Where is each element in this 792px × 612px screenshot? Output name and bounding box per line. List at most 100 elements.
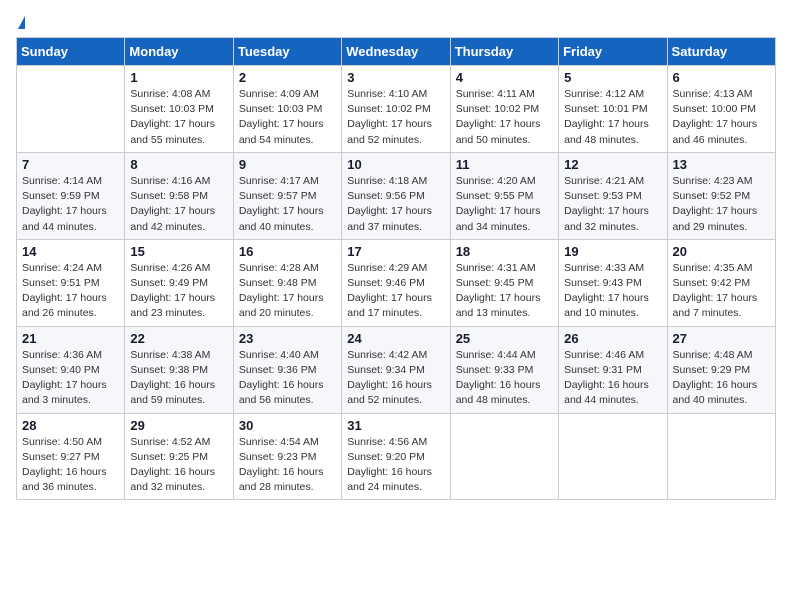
day-info: Sunrise: 4:48 AM Sunset: 9:29 PM Dayligh… <box>673 348 770 409</box>
calendar-cell: 11Sunrise: 4:20 AM Sunset: 9:55 PM Dayli… <box>450 152 558 239</box>
day-info: Sunrise: 4:16 AM Sunset: 9:58 PM Dayligh… <box>130 174 227 235</box>
calendar-week-5: 28Sunrise: 4:50 AM Sunset: 9:27 PM Dayli… <box>17 413 776 500</box>
day-number: 15 <box>130 244 227 259</box>
calendar-cell: 24 Sunrise: 4:42 AM Sunset: 9:34 PM Dayli… <box>342 326 450 413</box>
day-info: Sunrise: 4:35 AM Sunset: 9:42 PM Dayligh… <box>673 261 770 322</box>
day-info: Sunrise: 4:23 AM Sunset: 9:52 PM Dayligh… <box>673 174 770 235</box>
day-number: 18 <box>456 244 553 259</box>
calendar-week-1: 1 Sunrise: 4:08 AM Sunset: 10:03 PM Dayli… <box>17 66 776 153</box>
day-info: Sunrise: 4:09 AM Sunset: 10:03 PM Daylig… <box>239 87 336 148</box>
day-number: 20 <box>673 244 770 259</box>
day-info: Sunrise: 4:11 AM Sunset: 10:02 PM Daylig… <box>456 87 553 148</box>
day-info: Sunrise: 4:28 AM Sunset: 9:48 PM Dayligh… <box>239 261 336 322</box>
day-info: Sunrise: 4:40 AM Sunset: 9:36 PM Dayligh… <box>239 348 336 409</box>
day-number: 6 <box>673 70 770 85</box>
day-number: 7 <box>22 157 119 172</box>
calendar-header-wednesday: Wednesday <box>342 38 450 66</box>
calendar-header-sunday: Sunday <box>17 38 125 66</box>
calendar-cell: 15Sunrise: 4:26 AM Sunset: 9:49 PM Dayli… <box>125 239 233 326</box>
day-info: Sunrise: 4:42 AM Sunset: 9:34 PM Dayligh… <box>347 348 444 409</box>
calendar-cell: 17Sunrise: 4:29 AM Sunset: 9:46 PM Dayli… <box>342 239 450 326</box>
day-number: 8 <box>130 157 227 172</box>
calendar-cell: 16 Sunrise: 4:28 AM Sunset: 9:48 PM Dayli… <box>233 239 341 326</box>
day-info: Sunrise: 4:24 AM Sunset: 9:51 PM Dayligh… <box>22 261 119 322</box>
day-info: Sunrise: 4:54 AM Sunset: 9:23 PM Dayligh… <box>239 435 336 496</box>
day-info: Sunrise: 4:52 AM Sunset: 9:25 PM Dayligh… <box>130 435 227 496</box>
day-number: 19 <box>564 244 661 259</box>
day-info: Sunrise: 4:31 AM Sunset: 9:45 PM Dayligh… <box>456 261 553 322</box>
calendar-cell: 30Sunrise: 4:54 AM Sunset: 9:23 PM Dayli… <box>233 413 341 500</box>
day-number: 21 <box>22 331 119 346</box>
calendar-header-row: SundayMondayTuesdayWednesdayThursdayFrid… <box>17 38 776 66</box>
day-number: 13 <box>673 157 770 172</box>
calendar-cell <box>17 66 125 153</box>
calendar-week-4: 21 Sunrise: 4:36 AM Sunset: 9:40 PM Dayli… <box>17 326 776 413</box>
day-info: Sunrise: 4:08 AM Sunset: 10:03 PM Daylig… <box>130 87 227 148</box>
day-info: Sunrise: 4:10 AM Sunset: 10:02 PM Daylig… <box>347 87 444 148</box>
day-number: 25 <box>456 331 553 346</box>
calendar-cell: 4Sunrise: 4:11 AM Sunset: 10:02 PM Dayli… <box>450 66 558 153</box>
calendar-cell: 26 Sunrise: 4:46 AM Sunset: 9:31 PM Dayli… <box>559 326 667 413</box>
calendar-header-thursday: Thursday <box>450 38 558 66</box>
calendar-cell: 13 Sunrise: 4:23 AM Sunset: 9:52 PM Dayli… <box>667 152 775 239</box>
calendar-cell: 9 Sunrise: 4:17 AM Sunset: 9:57 PM Daylig… <box>233 152 341 239</box>
calendar-cell: 19 Sunrise: 4:33 AM Sunset: 9:43 PM Dayli… <box>559 239 667 326</box>
day-info: Sunrise: 4:14 AM Sunset: 9:59 PM Dayligh… <box>22 174 119 235</box>
day-info: Sunrise: 4:13 AM Sunset: 10:00 PM Daylig… <box>673 87 770 148</box>
day-number: 22 <box>130 331 227 346</box>
calendar-cell: 23 Sunrise: 4:40 AM Sunset: 9:36 PM Dayli… <box>233 326 341 413</box>
calendar-cell: 22 Sunrise: 4:38 AM Sunset: 9:38 PM Dayli… <box>125 326 233 413</box>
day-info: Sunrise: 4:44 AM Sunset: 9:33 PM Dayligh… <box>456 348 553 409</box>
day-number: 9 <box>239 157 336 172</box>
calendar-cell: 31Sunrise: 4:56 AM Sunset: 9:20 PM Dayli… <box>342 413 450 500</box>
day-number: 24 <box>347 331 444 346</box>
calendar-cell: 18 Sunrise: 4:31 AM Sunset: 9:45 PM Dayli… <box>450 239 558 326</box>
day-number: 2 <box>239 70 336 85</box>
day-number: 26 <box>564 331 661 346</box>
day-number: 16 <box>239 244 336 259</box>
day-number: 1 <box>130 70 227 85</box>
day-number: 11 <box>456 157 553 172</box>
calendar-cell: 12Sunrise: 4:21 AM Sunset: 9:53 PM Dayli… <box>559 152 667 239</box>
day-number: 14 <box>22 244 119 259</box>
day-info: Sunrise: 4:21 AM Sunset: 9:53 PM Dayligh… <box>564 174 661 235</box>
calendar-cell: 7 Sunrise: 4:14 AM Sunset: 9:59 PM Daylig… <box>17 152 125 239</box>
day-number: 23 <box>239 331 336 346</box>
day-info: Sunrise: 4:12 AM Sunset: 10:01 PM Daylig… <box>564 87 661 148</box>
day-info: Sunrise: 4:46 AM Sunset: 9:31 PM Dayligh… <box>564 348 661 409</box>
calendar-header-tuesday: Tuesday <box>233 38 341 66</box>
calendar-cell <box>559 413 667 500</box>
calendar-cell: 5 Sunrise: 4:12 AM Sunset: 10:01 PM Dayli… <box>559 66 667 153</box>
day-info: Sunrise: 4:18 AM Sunset: 9:56 PM Dayligh… <box>347 174 444 235</box>
day-number: 5 <box>564 70 661 85</box>
day-number: 3 <box>347 70 444 85</box>
calendar-cell: 21 Sunrise: 4:36 AM Sunset: 9:40 PM Dayli… <box>17 326 125 413</box>
calendar-cell: 28Sunrise: 4:50 AM Sunset: 9:27 PM Dayli… <box>17 413 125 500</box>
logo <box>16 16 25 31</box>
calendar-cell: 27 Sunrise: 4:48 AM Sunset: 9:29 PM Dayli… <box>667 326 775 413</box>
day-number: 31 <box>347 418 444 433</box>
day-info: Sunrise: 4:17 AM Sunset: 9:57 PM Dayligh… <box>239 174 336 235</box>
day-info: Sunrise: 4:33 AM Sunset: 9:43 PM Dayligh… <box>564 261 661 322</box>
calendar-week-2: 7 Sunrise: 4:14 AM Sunset: 9:59 PM Daylig… <box>17 152 776 239</box>
calendar-cell: 2 Sunrise: 4:09 AM Sunset: 10:03 PM Dayli… <box>233 66 341 153</box>
calendar-cell: 10 Sunrise: 4:18 AM Sunset: 9:56 PM Dayli… <box>342 152 450 239</box>
day-info: Sunrise: 4:38 AM Sunset: 9:38 PM Dayligh… <box>130 348 227 409</box>
calendar-week-3: 14 Sunrise: 4:24 AM Sunset: 9:51 PM Dayli… <box>17 239 776 326</box>
day-info: Sunrise: 4:50 AM Sunset: 9:27 PM Dayligh… <box>22 435 119 496</box>
day-info: Sunrise: 4:36 AM Sunset: 9:40 PM Dayligh… <box>22 348 119 409</box>
day-number: 27 <box>673 331 770 346</box>
calendar-cell: 6 Sunrise: 4:13 AM Sunset: 10:00 PM Dayli… <box>667 66 775 153</box>
calendar-header-monday: Monday <box>125 38 233 66</box>
calendar-cell <box>450 413 558 500</box>
day-number: 10 <box>347 157 444 172</box>
calendar-header-friday: Friday <box>559 38 667 66</box>
calendar-cell: 25 Sunrise: 4:44 AM Sunset: 9:33 PM Dayli… <box>450 326 558 413</box>
calendar-table: SundayMondayTuesdayWednesdayThursdayFrid… <box>16 37 776 500</box>
page-header <box>16 16 776 31</box>
calendar-header-saturday: Saturday <box>667 38 775 66</box>
calendar-cell <box>667 413 775 500</box>
day-info: Sunrise: 4:29 AM Sunset: 9:46 PM Dayligh… <box>347 261 444 322</box>
day-number: 29 <box>130 418 227 433</box>
calendar-cell: 29 Sunrise: 4:52 AM Sunset: 9:25 PM Dayli… <box>125 413 233 500</box>
